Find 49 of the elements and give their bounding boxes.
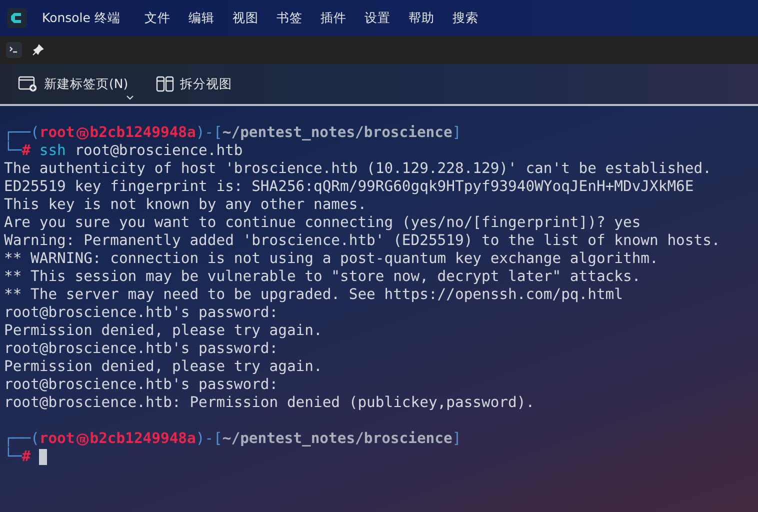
terminal-output-line: root@broscience.htb's password: [4, 304, 278, 322]
window-title: Konsole 终端 [42, 10, 120, 26]
menu-item[interactable]: 书签 [276, 10, 302, 26]
pin-icon[interactable] [32, 44, 44, 56]
prompt-path: ~/pentest_notes/broscience [222, 124, 452, 142]
prompt-frame: ] [452, 430, 462, 448]
terminal-output-line: ** The server may need to be upgraded. See https://openssh.com/pq.html [4, 286, 623, 304]
prompt-frame: ] [452, 124, 462, 142]
terminal-icon[interactable] [6, 42, 22, 58]
prompt-symbol: # [22, 142, 31, 160]
terminal-output-line: Permission denied, please try again. [4, 358, 322, 376]
terminal-output-line: Permission denied, please try again. [4, 322, 322, 340]
terminal-output-line: The authenticity of host 'broscience.htb (10.129.228.129)' can't be established. [4, 160, 712, 178]
prompt-host: b2cb1249948a [90, 124, 196, 142]
terminal-output-line: Are you sure you want to continue connecting (yes/no/[fingerprint])? yes [4, 214, 641, 232]
prompt-frame: └─ [4, 448, 22, 466]
terminal-output-line: ** WARNING: connection is not using a post-quantum key exchange algorithm. [4, 250, 658, 268]
prompt-frame: ┌──( [4, 430, 40, 448]
new-tab-icon [18, 76, 38, 92]
terminal-output-line: Warning: Permanently added 'broscience.htb' (ED25519) to the list of known hosts. [4, 232, 720, 250]
menu-item[interactable]: 插件 [320, 10, 346, 26]
prompt-user: root [39, 430, 75, 448]
menu-item[interactable]: 帮助 [408, 10, 434, 26]
split-view-button[interactable]: 拆分视图 [152, 72, 236, 96]
app-logo-icon [7, 8, 27, 28]
menu-item[interactable]: 设置 [364, 10, 390, 26]
prompt-host: b2cb1249948a [90, 430, 196, 448]
menu-item[interactable]: 文件 [144, 10, 170, 26]
split-view-icon [156, 76, 174, 92]
menu-item[interactable]: 搜索 [452, 10, 478, 26]
prompt-frame: └─ [4, 142, 22, 160]
command-argument: root@broscience.htb [74, 142, 243, 160]
prompt-user: root [39, 124, 75, 142]
menu-item[interactable]: 编辑 [188, 10, 214, 26]
terminal-output-line: This key is not known by any other names. [4, 196, 367, 214]
prompt-frame: )-[ [196, 430, 222, 448]
caret-icon [126, 94, 134, 100]
prompt-symbol: # [22, 448, 31, 466]
terminal-output-line: ED25519 key fingerprint is: SHA256:qQRm/99RG60gqk9HTpyf93940WYoqJEnH+MDvJXkM6E [4, 178, 694, 196]
prompt-path: ~/pentest_notes/broscience [222, 430, 452, 448]
terminal-output-line: root@broscience.htb: Permission denied (publickey,password). [4, 394, 535, 412]
new-tab-button[interactable]: 新建标签页(N) [14, 72, 132, 96]
prompt-frame: ┌──( [4, 124, 40, 142]
prompt-frame: )-[ [196, 124, 222, 142]
menu-item[interactable]: 视图 [232, 10, 258, 26]
terminal-output-line: root@broscience.htb's password: [4, 376, 278, 394]
terminal-output-line: ** This session may be vulnerable to "store now, decrypt later" attacks. [4, 268, 641, 286]
command-name: ssh [39, 142, 66, 160]
terminal-output-line: root@broscience.htb's password: [4, 340, 278, 358]
